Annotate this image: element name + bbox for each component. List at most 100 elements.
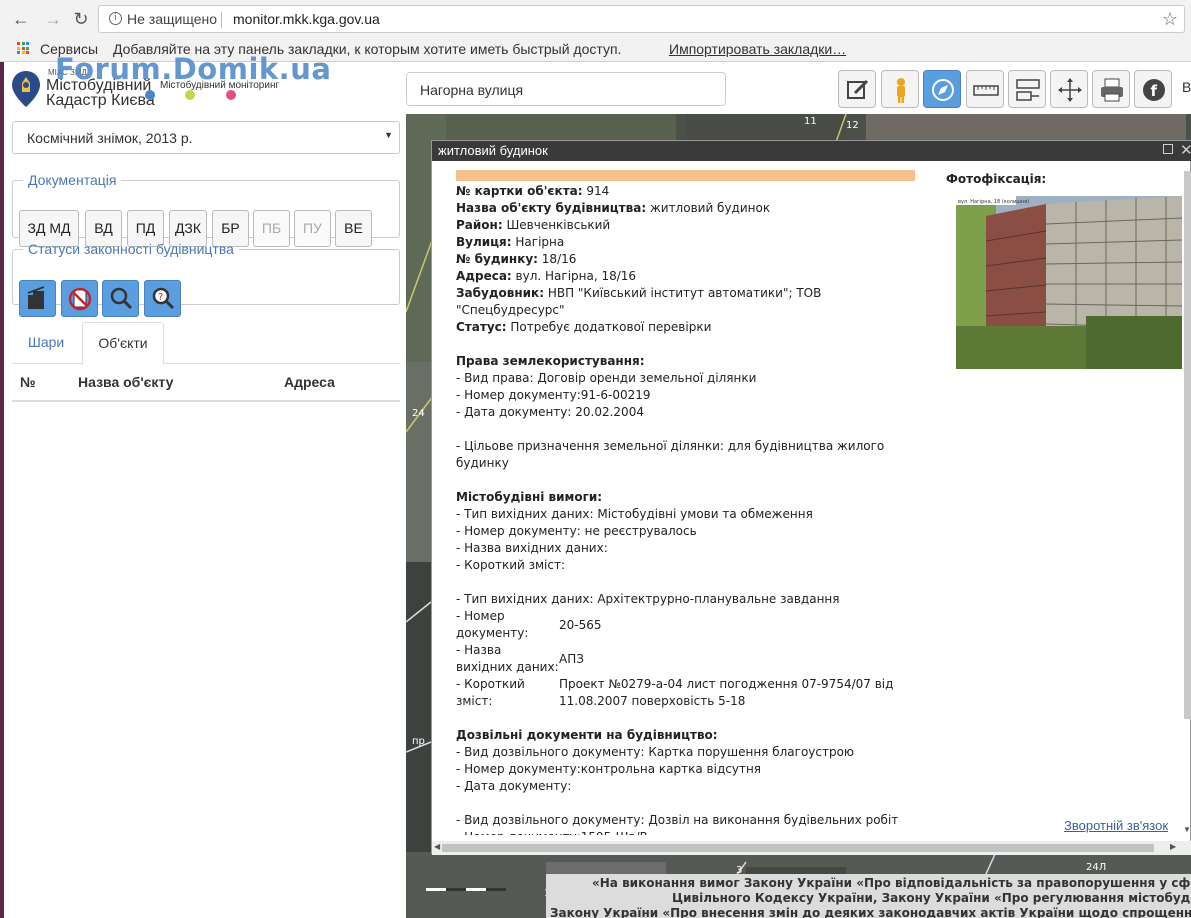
info-line-value: - Тип вихідних даних: Архітектрурно-план… xyxy=(456,592,840,606)
info-line: Район: Шевченківський xyxy=(456,217,610,234)
info-line: Назва об'єкту будівництва: житловий буди… xyxy=(456,200,770,217)
info-line-value: - Вид права: Договір оренди земельної ді… xyxy=(456,371,757,385)
search-input[interactable]: Нагорна вулиця xyxy=(406,72,726,106)
info-line: № будинку: 18/16 xyxy=(456,251,576,268)
ticker-line: Закону України «Про внесення змін до дея… xyxy=(550,906,1191,918)
watermark: Forum.Domik.ua xyxy=(55,52,332,86)
edit-icon[interactable] xyxy=(838,70,876,108)
logo-line2: Кадастр Києва xyxy=(46,92,155,109)
scroll-thumb[interactable] xyxy=(442,844,1154,852)
scroll-left-icon[interactable]: ◀ xyxy=(434,842,440,851)
info-line: № картки об'єкта: 914 xyxy=(456,183,609,200)
info-line-value: - Назва вихідних даних: xyxy=(456,541,608,555)
basemap-select[interactable]: Космічний знімок, 2013 р. ▼ xyxy=(12,121,400,154)
print-icon[interactable] xyxy=(1092,70,1130,108)
tab-objects[interactable]: Об'єкти xyxy=(82,322,164,365)
map-toolbar: Нагорна вулиця f В xyxy=(406,62,1191,114)
info-line-value: будинку xyxy=(456,456,509,470)
logo-dot-pink xyxy=(226,90,236,100)
close-icon[interactable]: ✕ xyxy=(1180,141,1191,159)
info-line-value: - Номер документу:91-6-00219 xyxy=(456,388,651,402)
magnifier-icon[interactable] xyxy=(102,280,139,317)
scroll-right-icon[interactable]: ▶ xyxy=(1170,842,1176,851)
star-icon[interactable]: ☆ xyxy=(1162,9,1178,30)
object-popup: житловий будинок ✕ № картки об'єкта: 914… xyxy=(431,140,1191,855)
info-line-value: - Вид дозвільного документу: Дозвіл на в… xyxy=(456,813,899,827)
move-icon[interactable] xyxy=(1050,70,1088,108)
url-text[interactable]: monitor.mkk.kga.gov.ua xyxy=(233,11,380,27)
measure-area-icon[interactable] xyxy=(1008,70,1046,108)
popup-vertical-scrollbar[interactable] xyxy=(1184,171,1191,719)
info-line: - Короткий зміст: xyxy=(456,557,565,574)
documentation-group: Документація ЗД МД ВД ПД ДЗК БР ПБ ПУ ВЕ xyxy=(12,172,400,247)
info-line: Права землекористування: xyxy=(456,353,645,370)
info-line-value: 914 xyxy=(582,184,610,198)
address-separator xyxy=(221,12,222,28)
info-line-value: - Номер документу:контрольна картка відс… xyxy=(456,762,762,776)
forbidden-document-icon[interactable] xyxy=(61,280,98,317)
back-icon[interactable]: ← xyxy=(10,9,32,30)
address-bar[interactable]: i Не защищено monitor.mkk.kga.gov.ua ☆ xyxy=(98,5,1185,33)
info-line-value: НВП "Київський інститут автоматики"; ТОВ xyxy=(544,286,822,300)
info-line-value: житловий будинок xyxy=(646,201,771,215)
map-label: 11 xyxy=(804,116,817,127)
info-line-value: - Тип вихідних даних: Містобудівні умови… xyxy=(456,507,813,521)
info-line: - Номер документу: не реєструвалось xyxy=(456,523,697,540)
ruler-icon[interactable] xyxy=(966,70,1004,108)
import-bookmarks-link[interactable]: Импортировать закладки… xyxy=(669,41,846,57)
restore-icon[interactable] xyxy=(1163,144,1173,154)
reload-icon[interactable]: ↻ xyxy=(70,9,92,30)
building-icon[interactable] xyxy=(19,280,56,317)
person-icon[interactable] xyxy=(881,70,919,108)
toolbar-cut-label[interactable]: В xyxy=(1182,79,1191,95)
info-line-key: Права землекористування: xyxy=(456,354,645,368)
info-line-value: - Цільове призначення земельної ділянки:… xyxy=(456,439,885,453)
info-line: - Тип вихідних даних: Містобудівні умови… xyxy=(456,506,813,523)
info-line-value: - Номер документу: не реєструвалось xyxy=(456,524,697,538)
split-key: документу: xyxy=(456,626,529,640)
not-secure-label[interactable]: Не защищено xyxy=(127,11,217,27)
split-value: Проект №0279-а-04 лист погодження 07-975… xyxy=(559,677,894,691)
objects-table-header: № Назва об'єкту Адреса xyxy=(12,364,400,402)
apps-icon[interactable] xyxy=(17,42,29,54)
ticker-line: Цивільного Кодексу України, Закону Украї… xyxy=(672,891,1191,905)
forward-icon[interactable]: → xyxy=(42,9,64,30)
documentation-title: Документація xyxy=(28,172,117,188)
info-line: - Номер документу:91-6-00219 xyxy=(456,387,651,404)
scroll-down-icon[interactable]: ▼ xyxy=(1183,825,1191,834)
info-icon[interactable]: i xyxy=(109,12,122,25)
info-line: Вулиця: Нагірна xyxy=(456,234,564,251)
info-line-value: - Дата документу: xyxy=(456,779,572,793)
col-name[interactable]: Назва об'єкту xyxy=(78,374,173,390)
info-line: - Цільове призначення земельної ділянки:… xyxy=(456,438,884,455)
logo-dot-yellow xyxy=(185,90,195,100)
tab-layers[interactable]: Шари xyxy=(28,334,64,350)
map-label: пр xyxy=(412,736,425,747)
info-line-key: Дозвільні документи на будівництво: xyxy=(456,728,718,742)
popup-horizontal-scrollbar[interactable]: ◀ ▶ xyxy=(432,841,1191,855)
building-photo[interactable]: вул. Нагірна, 18 (колишня) xyxy=(956,196,1182,369)
info-line: - Вид дозвільного документу: Дозвіл на в… xyxy=(456,812,898,829)
popup-body: № картки об'єкта: 914 Назва об'єкту будів… xyxy=(432,161,1184,835)
info-line: Адреса: вул. Нагірна, 18/16 xyxy=(456,268,636,285)
magnifier-question-icon[interactable]: ? xyxy=(144,280,181,317)
col-num[interactable]: № xyxy=(20,374,36,390)
info-line: - Назва вихідних даних: xyxy=(456,540,608,557)
info-line-key: Назва об'єкту будівництва: xyxy=(456,201,647,215)
facebook-icon[interactable]: f xyxy=(1134,70,1172,108)
info-line: Містобудівні вимоги: xyxy=(456,489,602,506)
caret-down-icon: ▼ xyxy=(384,130,393,140)
info-line-key: Забудовник: xyxy=(456,286,544,300)
photo-caption: вул. Нагірна, 18 (колишня) xyxy=(958,199,1029,205)
panel-tabs: Шари Об'єкти xyxy=(12,322,400,365)
feedback-link[interactable]: Зворотній зв'язок xyxy=(1064,817,1168,834)
split-key: зміст: xyxy=(456,694,493,708)
split-key: вихідних даних: xyxy=(456,660,559,674)
col-address[interactable]: Адреса xyxy=(284,374,335,390)
info-line-key: Район: xyxy=(456,218,503,232)
svg-text:f: f xyxy=(1151,82,1158,100)
logo-dot-blue xyxy=(145,90,155,100)
info-line: Статус: Потребує додаткової перевірки xyxy=(456,319,711,336)
info-line-key: № картки об'єкта: xyxy=(456,184,583,198)
compass-icon[interactable] xyxy=(923,70,961,108)
